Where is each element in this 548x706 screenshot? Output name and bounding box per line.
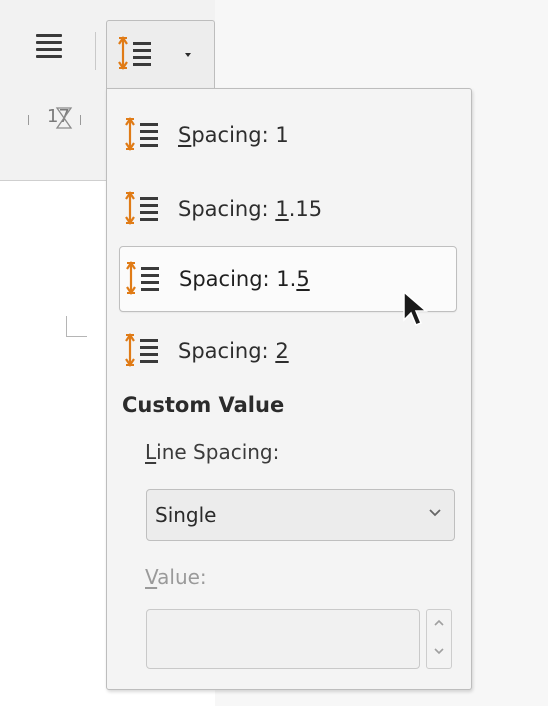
chevron-down-icon[interactable] [433,646,445,656]
ruler-tick [28,115,29,125]
line-spacing-icon [126,261,159,295]
menu-item-label: Spacing: 2 [178,339,289,363]
menu-item-label: Spacing: 1.15 [178,197,323,221]
line-spacing-label: Line Spacing: [145,440,280,464]
menu-item-label: Spacing: 1.5 [179,267,310,291]
line-spacing-select-value: Single [155,503,217,527]
caret-down-icon [185,53,191,57]
menu-item-spacing-1-15[interactable]: Spacing: 1.15 [119,177,457,241]
toolbar-separator [95,32,96,70]
value-input[interactable] [146,609,420,669]
line-spacing-dropdown-button[interactable] [106,20,215,89]
mouse-pointer-icon [403,290,429,326]
text-boundary-corner [66,316,87,337]
indent-marker-icon[interactable] [55,107,73,129]
custom-value-heading: Custom Value [122,393,285,417]
line-spacing-icon [125,117,158,151]
hamburger-lines-icon[interactable] [36,34,62,60]
menu-item-label: Spacing: 1 [178,123,289,147]
value-label: Value: [145,565,207,589]
line-spacing-icon [125,191,158,225]
line-spacing-popup: Spacing: 1 Spacing: 1.15 Spacing: 1.5 Sp… [106,88,472,690]
chevron-down-icon [429,509,441,517]
line-spacing-icon [125,333,158,367]
line-spacing-select[interactable]: Single [146,489,455,541]
menu-item-spacing-1[interactable]: Spacing: 1 [119,103,457,167]
line-spacing-icon [118,36,151,70]
ruler-tick [80,115,81,125]
chevron-up-icon[interactable] [433,618,445,628]
value-spinner[interactable] [426,609,452,669]
